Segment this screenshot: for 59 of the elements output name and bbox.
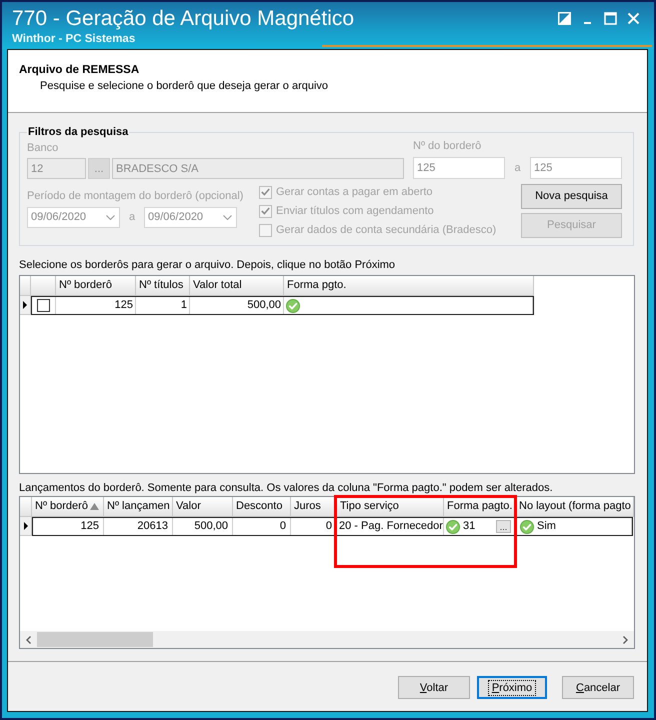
column-header[interactable]: Nº borderô [32, 497, 104, 517]
row-header[interactable] [20, 296, 31, 315]
range-separator: a [128, 210, 136, 226]
cell-text: 31 [463, 519, 476, 534]
chevron-left-icon [26, 636, 31, 644]
column-header[interactable]: Forma pagto. [444, 497, 516, 517]
field-label: Nº do borderô [413, 140, 482, 153]
section-description: Pesquise e selecione o borderô que deseja gerar o arquivo [39, 79, 330, 93]
ellipsis-button[interactable]: ... [496, 520, 511, 533]
field-label: Banco [27, 142, 60, 155]
minimize-icon [584, 22, 590, 24]
table-row[interactable]: 125 20613 500,00 0 0 20 - Pag. Fornecedor 31 ... Sim [32, 517, 633, 536]
column-header[interactable]: Desconto [233, 497, 291, 517]
maximize-icon [604, 12, 616, 24]
chevron-right-icon [623, 636, 628, 644]
cell-text: Sim [537, 519, 556, 534]
table-cell: 500,00 [190, 297, 284, 314]
table-cell: 20613 [104, 518, 173, 535]
instruction-text: Selecione os borderôs para gerar o arquivo. Depois, clique no botão Próximo [19, 259, 396, 272]
dialog-button[interactable]: Cancelar [562, 676, 634, 699]
dialog-button[interactable]: Próximo [477, 676, 547, 699]
dialog-button[interactable]: Voltar [398, 676, 470, 699]
chevron-down-icon [106, 215, 115, 220]
scrollbar-thumb[interactable] [37, 632, 153, 647]
checkmark-icon [261, 207, 270, 215]
half-filled-square-icon [558, 12, 570, 24]
checkbox[interactable] [37, 299, 50, 312]
table-cell: 0 [291, 518, 337, 535]
table-cell: 125 [33, 518, 104, 535]
table-cell: 125 [56, 297, 136, 314]
column-header[interactable]: Juros [291, 497, 337, 517]
close-icon [626, 12, 640, 24]
column-header[interactable]: Nº títulos [136, 276, 190, 296]
instruction-text: Lançamentos do borderô. Somente para consulta. Os valores da coluna "Forma pagto." podem ser alterados. [19, 482, 554, 495]
table-row[interactable]: 125 1 500,00 [31, 296, 534, 315]
column-header[interactable]: Valor total [190, 276, 284, 296]
table-cell: 0 [233, 518, 291, 535]
column-header[interactable]: Forma pgto. [284, 276, 534, 296]
group-title: Filtros da pesquisa [27, 125, 130, 139]
header-corner [20, 497, 32, 517]
column-header[interactable]: Tipo serviço [337, 497, 444, 517]
header-corner [20, 276, 31, 296]
field-label: Período de montagem do borderô (opcional) [27, 190, 244, 203]
table-cell: 500,00 [173, 518, 233, 535]
column-header[interactable]: Nº borderô [56, 276, 136, 296]
table-cell: 1 [136, 297, 190, 314]
window-subtitle: Winthor - PC Sistemas [12, 33, 136, 46]
close-button[interactable] [626, 11, 640, 25]
column-header[interactable]: Nº lançamen [104, 497, 173, 517]
half-square-button[interactable] [557, 11, 571, 25]
column-header[interactable]: Valor [173, 497, 233, 517]
column-header[interactable]: No layout (forma pagto [516, 497, 634, 517]
chevron-down-icon [223, 215, 232, 220]
window-title: 770 - Geração de Arquivo Magnético [12, 6, 354, 32]
section-title: Arquivo de REMESSA [19, 63, 140, 77]
maximize-button[interactable] [603, 11, 617, 25]
checkmark-icon [261, 188, 270, 196]
range-separator: a [513, 160, 522, 176]
row-header[interactable] [20, 517, 32, 536]
